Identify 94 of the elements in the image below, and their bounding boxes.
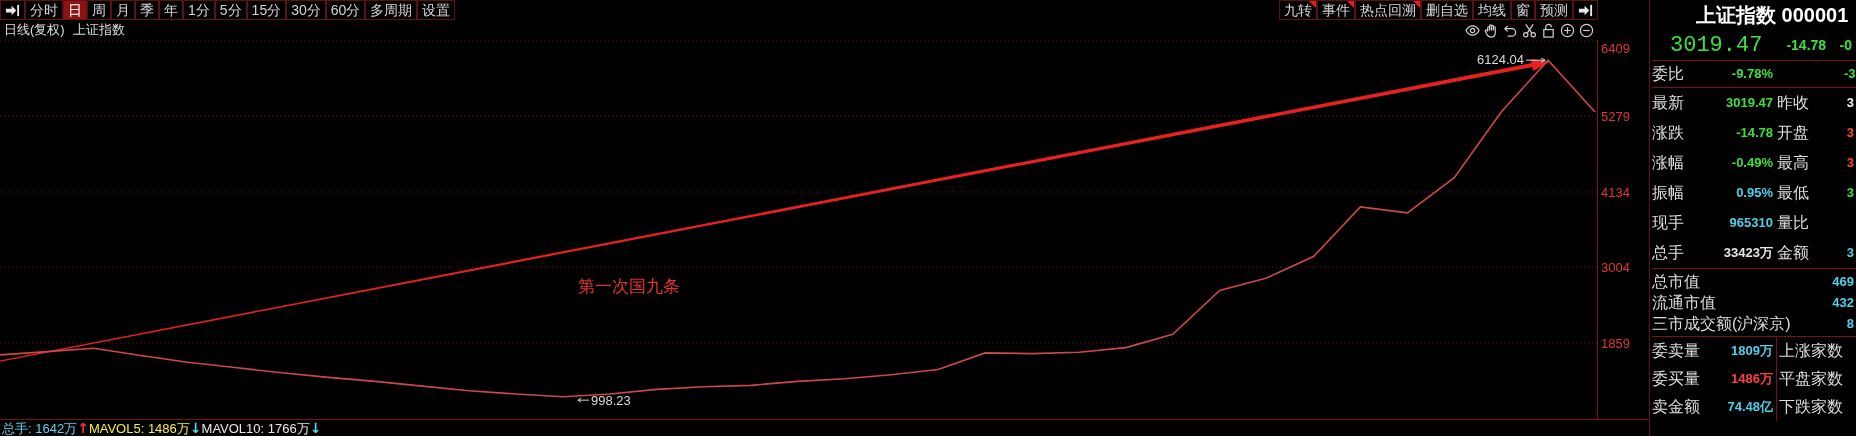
legend-text: 总手: 1642万	[2, 421, 78, 436]
field-label: 委比	[1652, 64, 1685, 84]
field-label: 量比	[1776, 213, 1810, 233]
axis-label: 1859	[1601, 336, 1630, 351]
price-label: 998.23	[590, 393, 631, 409]
field-value: 1486万	[1730, 370, 1773, 389]
change-value: -14.78	[1786, 35, 1827, 55]
arrow-text: ↓	[189, 420, 202, 436]
field-label: 三市成交额(沪深京)	[1652, 313, 1791, 334]
period-tab[interactable]: 日	[63, 0, 87, 20]
period-tab[interactable]: 设置	[417, 0, 456, 20]
field-label: 委卖量	[1652, 341, 1700, 361]
arrow-bar-icon[interactable]	[1578, 2, 1593, 18]
field-label: 流通市值	[1652, 292, 1716, 313]
arrow-bar-icon[interactable]	[5, 2, 20, 18]
field-value: 33423万	[1722, 244, 1773, 263]
field-value: 3019.47	[1725, 94, 1773, 113]
period-tab[interactable]: 年	[159, 0, 183, 20]
legend-text: MAVOL5: 1486万	[88, 421, 190, 436]
leader-line	[1525, 57, 1546, 63]
field-value: -14.78	[1735, 124, 1773, 143]
field-value: 8	[1846, 314, 1854, 333]
field-label: 涨幅	[1652, 153, 1685, 173]
field-value: -9.78%	[1730, 65, 1773, 84]
zoom-in-icon[interactable]	[1560, 22, 1575, 38]
field-label: 上涨家数	[1776, 337, 1856, 365]
field-label: 涨跌	[1652, 123, 1685, 143]
field-label: 开盘	[1776, 123, 1810, 143]
zoom-out-icon[interactable]	[1579, 22, 1594, 38]
field-value: 3	[1845, 184, 1855, 203]
field-label: 最低	[1776, 183, 1810, 203]
field-label: 总手	[1652, 243, 1685, 263]
toolbar-button[interactable]: 均线	[1473, 0, 1511, 20]
field-value: -3	[1844, 65, 1856, 84]
leader-line	[577, 397, 590, 403]
price-label: 6124.04	[1477, 52, 1525, 68]
toolbar-button[interactable]: 删自选	[1421, 0, 1473, 20]
field-value: 1809万	[1730, 342, 1773, 361]
field-value: 3	[1845, 244, 1855, 263]
field-value: -0.49%	[1730, 154, 1773, 173]
legend-text: MAVOL10: 1766万	[201, 421, 310, 436]
field-value: 469	[1832, 272, 1854, 291]
stock-name: 上证指数	[1696, 4, 1776, 26]
field-value: 3	[1845, 94, 1855, 113]
field-value: 965310	[1728, 214, 1773, 233]
annotation-text: 第一次国九条	[578, 277, 680, 296]
field-label: 最新	[1652, 93, 1685, 113]
period-tab[interactable]: 30分	[286, 0, 326, 20]
arrow-text: ↑	[77, 420, 89, 436]
period-tab[interactable]: 1分	[183, 0, 215, 20]
axis-label: 6409	[1601, 41, 1630, 56]
field-value: 3	[1845, 154, 1855, 173]
collapse-button[interactable]	[1573, 0, 1598, 20]
field-value: 74.48亿	[1726, 398, 1773, 417]
period-tab[interactable]: 60分	[325, 0, 366, 20]
field-label: 最高	[1776, 153, 1810, 173]
axis-label: 3004	[1601, 260, 1630, 275]
change-value: -0	[1839, 35, 1853, 55]
field-label: 总市值	[1652, 271, 1700, 292]
toolbar-button[interactable]: 事件	[1317, 0, 1355, 20]
lock-icon[interactable]	[1541, 22, 1556, 38]
axis-label: 4134	[1601, 185, 1630, 200]
toolbar-button[interactable]: 预测	[1535, 0, 1573, 20]
field-value: 3	[1845, 124, 1855, 143]
instrument-name: 上证指数	[72, 21, 125, 40]
toolbar-button[interactable]: 九转	[1279, 0, 1317, 20]
field-label: 振幅	[1652, 183, 1685, 203]
hand-icon[interactable]	[1484, 22, 1499, 38]
period-tab[interactable]: 分时	[25, 0, 63, 20]
period-tab[interactable]: 5分	[214, 0, 247, 20]
field-label: 平盘家数	[1776, 365, 1856, 393]
field-label: 现手	[1652, 213, 1685, 233]
stock-code: 000001	[1781, 4, 1849, 26]
toolbar-button[interactable]: 热点回溯	[1355, 0, 1421, 20]
field-label: 委买量	[1652, 369, 1700, 389]
eye-icon[interactable]	[1465, 22, 1480, 38]
field-label: 金额	[1776, 243, 1810, 263]
field-label: 昨收	[1776, 93, 1810, 113]
scissors-icon[interactable]	[1522, 22, 1537, 38]
period-tab[interactable]: 15分	[246, 0, 287, 20]
collapse-button[interactable]	[0, 0, 25, 20]
field-label: 下跌家数	[1776, 393, 1856, 421]
axis-label: 5279	[1601, 109, 1630, 124]
chart-title: 日线(复权)	[4, 21, 65, 40]
field-value: 0.95%	[1735, 184, 1773, 203]
arrow-text: ↓	[309, 420, 322, 436]
period-tab[interactable]: 周	[87, 0, 111, 20]
price-value: 3019.47	[1670, 31, 1763, 60]
period-tab[interactable]: 多周期	[365, 0, 418, 20]
period-tab[interactable]: 月	[111, 0, 135, 20]
period-tab[interactable]: 季	[135, 0, 159, 20]
field-value: 432	[1832, 293, 1854, 312]
field-label: 卖金额	[1652, 397, 1700, 417]
toolbar-button[interactable]: 窗	[1511, 0, 1535, 20]
